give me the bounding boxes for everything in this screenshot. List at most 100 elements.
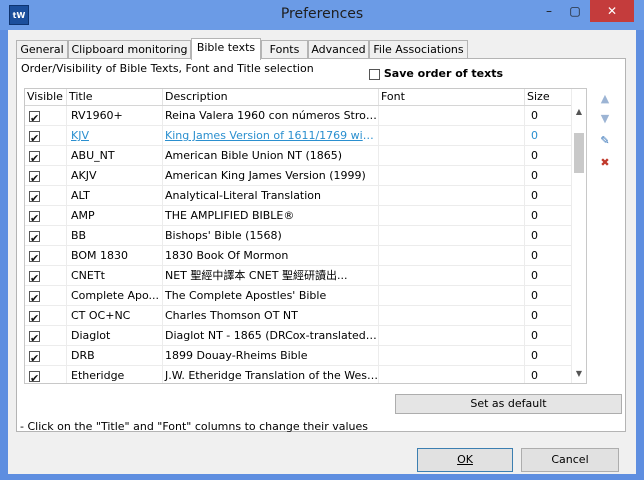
tab-fonts[interactable]: Fonts (261, 40, 308, 58)
size-cell: 0 (525, 186, 573, 206)
visible-cell[interactable] (25, 206, 67, 226)
table-row[interactable]: KJVKing James Version of 1611/1769 with … (25, 126, 573, 146)
visible-cell[interactable] (25, 346, 67, 366)
font-cell[interactable] (379, 366, 525, 383)
visible-checkbox[interactable] (29, 329, 40, 346)
visible-cell[interactable] (25, 326, 67, 346)
move-down-icon[interactable]: ▼ (596, 110, 614, 128)
column-header-size[interactable]: Size (525, 89, 573, 105)
visible-checkbox[interactable] (29, 369, 40, 383)
minimize-button[interactable]: – (536, 0, 562, 22)
visible-checkbox[interactable] (29, 149, 40, 166)
title-cell[interactable]: RV1960+ (67, 106, 163, 126)
font-cell[interactable] (379, 206, 525, 226)
description-cell: 1830 Book Of Mormon (163, 246, 379, 266)
title-cell[interactable]: ABU_NT (67, 146, 163, 166)
title-cell[interactable]: BB (67, 226, 163, 246)
title-cell[interactable]: DRB (67, 346, 163, 366)
title-cell[interactable]: ALT (67, 186, 163, 206)
font-cell[interactable] (379, 166, 525, 186)
font-cell[interactable] (379, 146, 525, 166)
title-cell[interactable]: AKJV (67, 166, 163, 186)
visible-cell[interactable] (25, 366, 67, 383)
column-header-description[interactable]: Description (163, 89, 379, 105)
close-button[interactable]: ✕ (590, 0, 634, 22)
column-header-visible[interactable]: Visible (25, 89, 67, 105)
tab-clipboard-monitoring[interactable]: Clipboard monitoring (68, 40, 191, 58)
visible-checkbox[interactable] (29, 189, 40, 206)
visible-cell[interactable] (25, 286, 67, 306)
visible-checkbox[interactable] (29, 309, 40, 326)
save-order-check-box[interactable] (369, 68, 380, 80)
table-row[interactable]: BBBishops' Bible (1568) 0 (25, 226, 573, 246)
visible-checkbox[interactable] (29, 269, 40, 286)
grid-header: Visible Title Description Font Size (25, 89, 573, 106)
font-cell[interactable] (379, 286, 525, 306)
scroll-up-icon[interactable]: ▲ (572, 105, 586, 119)
table-row[interactable]: CT OC+NCCharles Thomson OT NT 0 (25, 306, 573, 326)
maximize-button[interactable]: ▢ (562, 0, 588, 22)
visible-cell[interactable] (25, 266, 67, 286)
visible-cell[interactable] (25, 106, 67, 126)
visible-cell[interactable] (25, 226, 67, 246)
font-cell[interactable] (379, 126, 525, 146)
font-cell[interactable] (379, 306, 525, 326)
column-header-title[interactable]: Title (67, 89, 163, 105)
edit-icon[interactable]: ✎ (596, 132, 614, 150)
visible-cell[interactable] (25, 146, 67, 166)
cancel-button[interactable]: Cancel (521, 448, 619, 472)
table-row[interactable]: ALTAnalytical-Literal Translation 0 (25, 186, 573, 206)
font-cell[interactable] (379, 226, 525, 246)
table-row[interactable]: DRB1899 Douay-Rheims Bible 0 (25, 346, 573, 366)
table-row[interactable]: CNETtNET 聖經中譯本 CNET 聖經研讀出... 0 (25, 266, 573, 286)
scroll-down-icon[interactable]: ▼ (572, 367, 586, 381)
font-cell[interactable] (379, 346, 525, 366)
title-cell[interactable]: KJV (67, 126, 163, 146)
table-row[interactable]: EtheridgeJ.W. Etheridge Translation of t… (25, 366, 573, 383)
table-row[interactable]: ABU_NTAmerican Bible Union NT (1865) 0 (25, 146, 573, 166)
title-cell[interactable]: AMP (67, 206, 163, 226)
table-row[interactable]: AKJVAmerican King James Version (1999) 0 (25, 166, 573, 186)
tab-file-associations[interactable]: File Associations (369, 40, 468, 58)
font-cell[interactable] (379, 326, 525, 346)
title-cell[interactable]: Complete Apo... (67, 286, 163, 306)
tab-bible-texts[interactable]: Bible texts (191, 38, 261, 60)
visible-cell[interactable] (25, 306, 67, 326)
visible-checkbox[interactable] (29, 289, 40, 306)
tab-general[interactable]: General (16, 40, 68, 58)
column-header-font[interactable]: Font (379, 89, 525, 105)
scroll-thumb[interactable] (574, 133, 584, 173)
table-row[interactable]: DiaglotDiaglot NT - 1865 (DRCox-translat… (25, 326, 573, 346)
visible-checkbox[interactable] (29, 349, 40, 366)
title-cell[interactable]: CT OC+NC (67, 306, 163, 326)
visible-cell[interactable] (25, 246, 67, 266)
visible-cell[interactable] (25, 126, 67, 146)
ok-button[interactable]: OK (417, 448, 513, 472)
table-row[interactable]: AMPTHE AMPLIFIED BIBLE® 0 (25, 206, 573, 226)
visible-checkbox[interactable] (29, 109, 40, 126)
table-row[interactable]: RV1960+Reina Valera 1960 con números Str… (25, 106, 573, 126)
title-cell[interactable]: BOM 1830 (67, 246, 163, 266)
set-as-default-button[interactable]: Set as default (395, 394, 622, 414)
move-up-icon[interactable]: ▲ (596, 90, 614, 108)
title-cell[interactable]: Etheridge (67, 366, 163, 383)
save-order-checkbox[interactable]: Save order of texts (369, 67, 503, 80)
table-row[interactable]: Complete Apo...The Complete Apostles' Bi… (25, 286, 573, 306)
font-cell[interactable] (379, 106, 525, 126)
delete-icon[interactable]: ✖ (596, 154, 614, 172)
visible-cell[interactable] (25, 186, 67, 206)
font-cell[interactable] (379, 266, 525, 286)
font-cell[interactable] (379, 186, 525, 206)
visible-checkbox[interactable] (29, 229, 40, 246)
visible-checkbox[interactable] (29, 249, 40, 266)
visible-checkbox[interactable] (29, 129, 40, 146)
font-cell[interactable] (379, 246, 525, 266)
visible-checkbox[interactable] (29, 209, 40, 226)
table-row[interactable]: BOM 18301830 Book Of Mormon 0 (25, 246, 573, 266)
title-cell[interactable]: Diaglot (67, 326, 163, 346)
visible-checkbox[interactable] (29, 169, 40, 186)
grid-vertical-scrollbar[interactable]: ▲ ▼ (571, 89, 586, 383)
tab-advanced[interactable]: Advanced (308, 40, 369, 58)
title-cell[interactable]: CNETt (67, 266, 163, 286)
visible-cell[interactable] (25, 166, 67, 186)
